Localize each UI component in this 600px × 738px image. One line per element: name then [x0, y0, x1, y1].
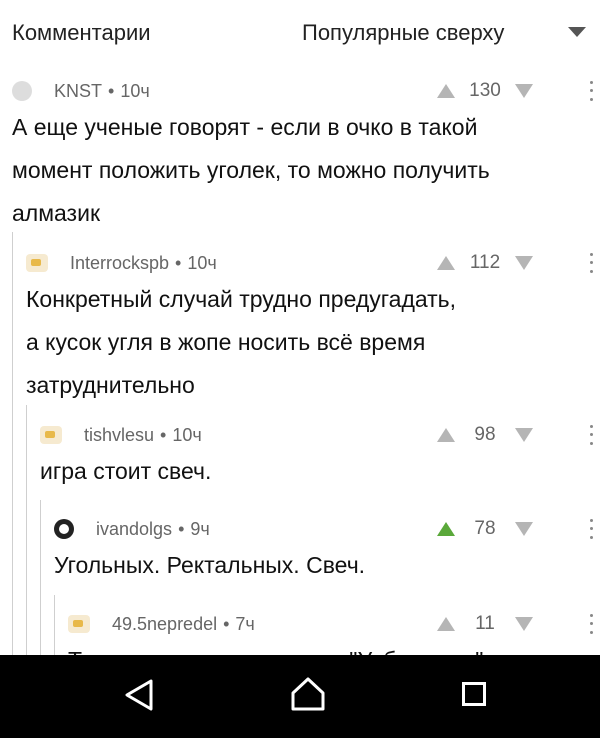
downvote-icon[interactable] — [515, 522, 533, 536]
vote-controls: 11 — [437, 611, 533, 637]
author-name[interactable]: Interrockspb — [70, 253, 169, 274]
vote-controls: 78 — [437, 516, 533, 542]
more-options-icon[interactable] — [590, 422, 594, 448]
system-navbar — [0, 655, 600, 738]
author-name[interactable]: ivandolgs — [96, 519, 172, 540]
downvote-icon[interactable] — [515, 84, 533, 98]
upvote-icon-active[interactable] — [437, 522, 455, 536]
comment-text: Только в нашем магазине "Уеба свечи" — [68, 639, 483, 655]
comment-score: 130 — [469, 80, 501, 101]
avatar[interactable] — [12, 81, 32, 101]
comment-49-5nepredel: 49.5nepredel • 7ч 11 Только в нашем мага… — [0, 605, 600, 655]
comment-meta: tishvlesu • 10ч — [40, 422, 202, 448]
more-options-icon[interactable] — [590, 611, 594, 637]
avatar[interactable] — [54, 519, 74, 539]
avatar[interactable] — [68, 615, 90, 633]
more-options-icon[interactable] — [590, 78, 594, 104]
downvote-icon[interactable] — [515, 256, 533, 270]
upvote-icon[interactable] — [437, 256, 455, 270]
comment-meta: KNST • 10ч — [12, 78, 150, 104]
comment-meta: ivandolgs • 9ч — [54, 516, 210, 542]
comment-text: Конкретный случай трудно предугадать, а … — [26, 286, 457, 398]
upvote-icon[interactable] — [437, 428, 455, 442]
comment-meta: 49.5nepredel • 7ч — [68, 611, 255, 637]
comment-text: игра стоит свеч. — [40, 458, 212, 484]
author-name[interactable]: tishvlesu — [84, 425, 154, 446]
vote-controls: 130 — [437, 78, 533, 104]
author-name[interactable]: 49.5nepredel — [112, 614, 217, 635]
comment-text: А еще ученые говорят - если в очко в так… — [12, 114, 490, 226]
avatar[interactable] — [40, 426, 62, 444]
comment-time: 9ч — [190, 518, 210, 539]
comment-score: 11 — [475, 613, 495, 634]
comment-time: 10ч — [172, 424, 202, 445]
comment-score: 112 — [469, 252, 501, 273]
vote-controls: 98 — [437, 422, 533, 448]
chevron-down-icon[interactable] — [568, 27, 586, 37]
home-icon[interactable] — [290, 676, 326, 712]
comment-knst: KNST • 10ч 130 А еще ученые говорят - ес… — [0, 72, 600, 232]
comments-title: Комментарии — [12, 20, 151, 45]
comment-text: Угольных. Ректальных. Свеч. — [54, 552, 366, 578]
comment-time: 10ч — [187, 252, 217, 273]
comment-score: 98 — [474, 424, 496, 445]
author-name[interactable]: KNST — [54, 81, 102, 102]
sort-selector[interactable]: Популярные сверху — [302, 20, 504, 46]
more-options-icon[interactable] — [590, 516, 594, 542]
avatar[interactable] — [26, 254, 48, 272]
comments-header: Комментарии Популярные сверху — [0, 0, 600, 70]
vote-controls: 112 — [437, 250, 533, 276]
more-options-icon[interactable] — [590, 250, 594, 276]
comment-score: 78 — [474, 518, 496, 539]
comment-meta: Interrockspb • 10ч — [26, 250, 217, 276]
upvote-icon[interactable] — [437, 617, 455, 631]
comment-ivandolgs: ivandolgs • 9ч 78 Угольных. Ректальных. … — [0, 510, 600, 590]
downvote-icon[interactable] — [515, 617, 533, 631]
downvote-icon[interactable] — [515, 428, 533, 442]
comment-time: 7ч — [235, 613, 255, 634]
comment-time: 10ч — [120, 80, 150, 101]
recents-icon[interactable] — [462, 682, 486, 706]
comment-tishvlesu: tishvlesu • 10ч 98 игра стоит свеч. — [0, 416, 600, 496]
comment-interrockspb: Interrockspb • 10ч 112 Конкретный случай… — [0, 244, 600, 404]
upvote-icon[interactable] — [437, 84, 455, 98]
back-triangle-icon[interactable] — [124, 679, 154, 711]
